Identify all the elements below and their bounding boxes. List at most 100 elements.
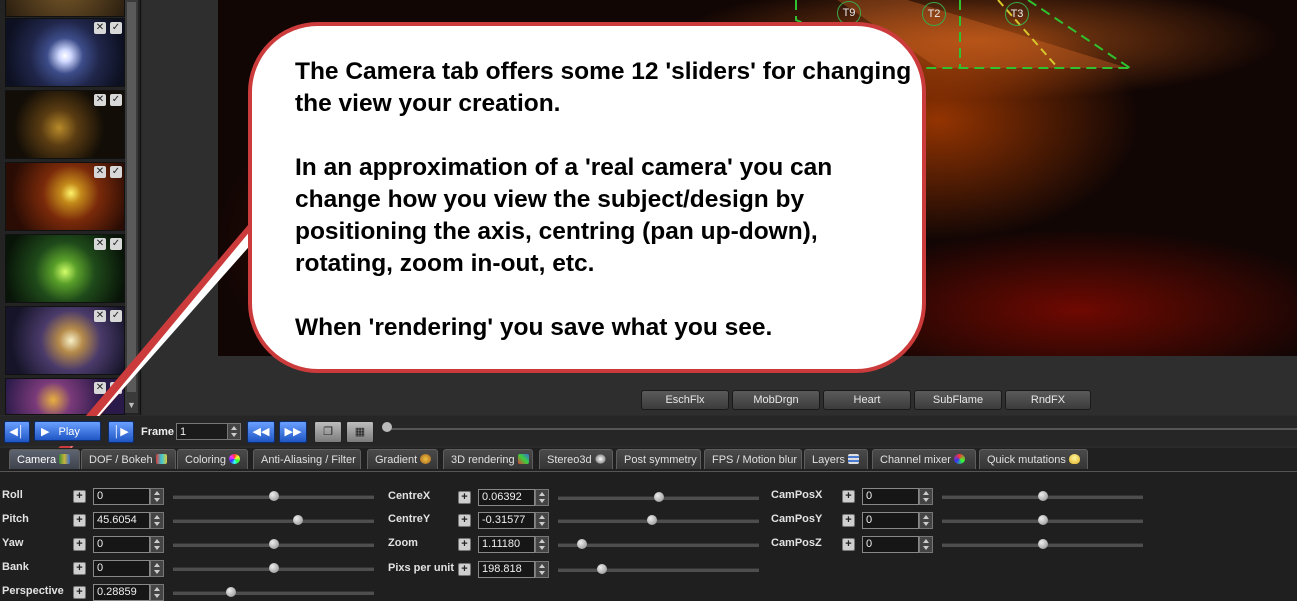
yaw-slider-knob[interactable] bbox=[269, 539, 279, 549]
subflame-button[interactable]: SubFlame bbox=[914, 390, 1002, 410]
play-button[interactable]: ▶ Play bbox=[34, 421, 101, 441]
remove-icon[interactable]: ✕ bbox=[94, 94, 106, 106]
pixs-per-unit-input[interactable]: 198.818 bbox=[478, 561, 535, 578]
yaw-spinner[interactable] bbox=[150, 536, 164, 553]
pixs-per-unit-slider-track[interactable] bbox=[558, 568, 759, 572]
yaw-input[interactable]: 0 bbox=[93, 536, 150, 553]
bank-input[interactable]: 0 bbox=[93, 560, 150, 577]
next-frame-button[interactable]: │▶ bbox=[108, 421, 134, 443]
triangle-label[interactable]: T3 bbox=[1005, 2, 1029, 26]
zoom-input[interactable]: 1.11180 bbox=[478, 536, 535, 553]
bank-spinner[interactable] bbox=[150, 560, 164, 577]
roll-input[interactable]: 0 bbox=[93, 488, 150, 505]
check-icon[interactable]: ✓ bbox=[110, 166, 122, 178]
tab-channel-mixer[interactable]: Channel mixer bbox=[872, 449, 976, 469]
tab-anti-aliasing[interactable]: Anti-Aliasing / Filter bbox=[253, 449, 361, 469]
perspective-plus-button[interactable]: + bbox=[73, 586, 86, 599]
eschflx-button[interactable]: EschFlx bbox=[641, 390, 729, 410]
pixs-per-unit-spinner[interactable] bbox=[535, 561, 549, 578]
remove-icon[interactable]: ✕ bbox=[94, 22, 106, 34]
pitch-slider-knob[interactable] bbox=[293, 515, 303, 525]
camposx-spinner[interactable] bbox=[919, 488, 933, 505]
flame-thumbnail[interactable]: ✕✓ bbox=[5, 0, 125, 17]
remove-icon[interactable]: ✕ bbox=[94, 310, 106, 322]
flame-thumbnail[interactable]: ✕✓ bbox=[5, 18, 125, 87]
tab-camera[interactable]: Camera bbox=[9, 449, 80, 469]
tab-3d-rendering[interactable]: 3D rendering bbox=[443, 449, 533, 469]
remove-icon[interactable]: ✕ bbox=[94, 382, 106, 394]
roll-plus-button[interactable]: + bbox=[73, 490, 86, 503]
camposy-input[interactable]: 0 bbox=[862, 512, 919, 529]
timeline-track[interactable] bbox=[384, 428, 1297, 430]
tab-stereo3d[interactable]: Stereo3d bbox=[539, 449, 613, 469]
pitch-spinner[interactable] bbox=[150, 512, 164, 529]
scroll-down-icon[interactable]: ▼ bbox=[126, 400, 137, 412]
camposx-plus-button[interactable]: + bbox=[842, 490, 855, 503]
tab-dof-bokeh[interactable]: DOF / Bokeh bbox=[81, 449, 176, 469]
centrey-slider-knob[interactable] bbox=[647, 515, 657, 525]
yaw-plus-button[interactable]: + bbox=[73, 538, 86, 551]
camposz-spinner[interactable] bbox=[919, 536, 933, 553]
frame-input[interactable]: 1 bbox=[176, 423, 228, 440]
tab-coloring[interactable]: Coloring bbox=[177, 449, 248, 469]
camposz-input[interactable]: 0 bbox=[862, 536, 919, 553]
check-icon[interactable]: ✓ bbox=[110, 310, 122, 322]
pitch-slider-track[interactable] bbox=[173, 519, 374, 523]
bank-plus-button[interactable]: + bbox=[73, 562, 86, 575]
scrollbar-thumb[interactable] bbox=[127, 2, 136, 392]
triangle-label[interactable]: T2 bbox=[922, 2, 946, 26]
rndfx-button[interactable]: RndFX bbox=[1005, 390, 1091, 410]
perspective-spinner[interactable] bbox=[150, 584, 164, 601]
perspective-input[interactable]: 0.28859 bbox=[93, 584, 150, 601]
check-icon[interactable]: ✓ bbox=[110, 382, 122, 394]
remove-icon[interactable]: ✕ bbox=[94, 166, 106, 178]
timeline-knob[interactable] bbox=[382, 422, 392, 432]
camposy-plus-button[interactable]: + bbox=[842, 514, 855, 527]
roll-slider-knob[interactable] bbox=[269, 491, 279, 501]
zoom-plus-button[interactable]: + bbox=[458, 538, 471, 551]
zoom-slider-knob[interactable] bbox=[577, 539, 587, 549]
check-icon[interactable]: ✓ bbox=[110, 94, 122, 106]
frame-spinner[interactable] bbox=[227, 423, 241, 440]
centrey-spinner[interactable] bbox=[535, 512, 549, 529]
copy-frames-button[interactable]: ❐ bbox=[314, 421, 342, 443]
flame-thumbnail[interactable]: ✕✓ bbox=[5, 162, 125, 231]
flame-thumbnail[interactable]: ✕✓ bbox=[5, 378, 125, 415]
rewind-button[interactable]: ◀◀ bbox=[247, 421, 275, 443]
tab-layers[interactable]: Layers bbox=[804, 449, 868, 469]
perspective-slider-track[interactable] bbox=[173, 591, 374, 595]
centrey-input[interactable]: -0.31577 bbox=[478, 512, 535, 529]
tab-quick-mutations[interactable]: Quick mutations bbox=[979, 449, 1088, 469]
heart-button[interactable]: Heart bbox=[823, 390, 911, 410]
film-button[interactable]: ▦ bbox=[346, 421, 374, 443]
centrex-input[interactable]: 0.06392 bbox=[478, 489, 535, 506]
check-icon[interactable]: ✓ bbox=[110, 238, 122, 250]
centrey-slider-track[interactable] bbox=[558, 519, 759, 523]
camposy-slider-knob[interactable] bbox=[1038, 515, 1048, 525]
centrey-plus-button[interactable]: + bbox=[458, 514, 471, 527]
camposx-input[interactable]: 0 bbox=[862, 488, 919, 505]
tab-fps-motion-blur[interactable]: FPS / Motion blur bbox=[704, 449, 802, 469]
remove-icon[interactable]: ✕ bbox=[94, 238, 106, 250]
camposy-spinner[interactable] bbox=[919, 512, 933, 529]
pixs-per-unit-slider-knob[interactable] bbox=[597, 564, 607, 574]
pitch-plus-button[interactable]: + bbox=[73, 514, 86, 527]
flame-thumbnail[interactable]: ✕✓ bbox=[5, 306, 125, 375]
pitch-input[interactable]: 45.6054 bbox=[93, 512, 150, 529]
camposz-plus-button[interactable]: + bbox=[842, 538, 855, 551]
camposz-slider-knob[interactable] bbox=[1038, 539, 1048, 549]
flame-thumbnail[interactable]: ✕✓ bbox=[5, 234, 125, 303]
flame-thumbnail[interactable]: ✕✓ bbox=[5, 90, 125, 159]
centrex-plus-button[interactable]: + bbox=[458, 491, 471, 504]
fast-forward-button[interactable]: ▶▶ bbox=[279, 421, 307, 443]
pixs-per-unit-plus-button[interactable]: + bbox=[458, 563, 471, 576]
roll-spinner[interactable] bbox=[150, 488, 164, 505]
centrex-spinner[interactable] bbox=[535, 489, 549, 506]
perspective-slider-knob[interactable] bbox=[226, 587, 236, 597]
tab-gradient[interactable]: Gradient bbox=[367, 449, 438, 469]
check-icon[interactable]: ✓ bbox=[110, 22, 122, 34]
zoom-spinner[interactable] bbox=[535, 536, 549, 553]
bank-slider-knob[interactable] bbox=[269, 563, 279, 573]
prev-frame-button[interactable]: ◀│ bbox=[4, 421, 30, 443]
thumbnail-scrollbar[interactable]: ▼ bbox=[125, 0, 138, 413]
